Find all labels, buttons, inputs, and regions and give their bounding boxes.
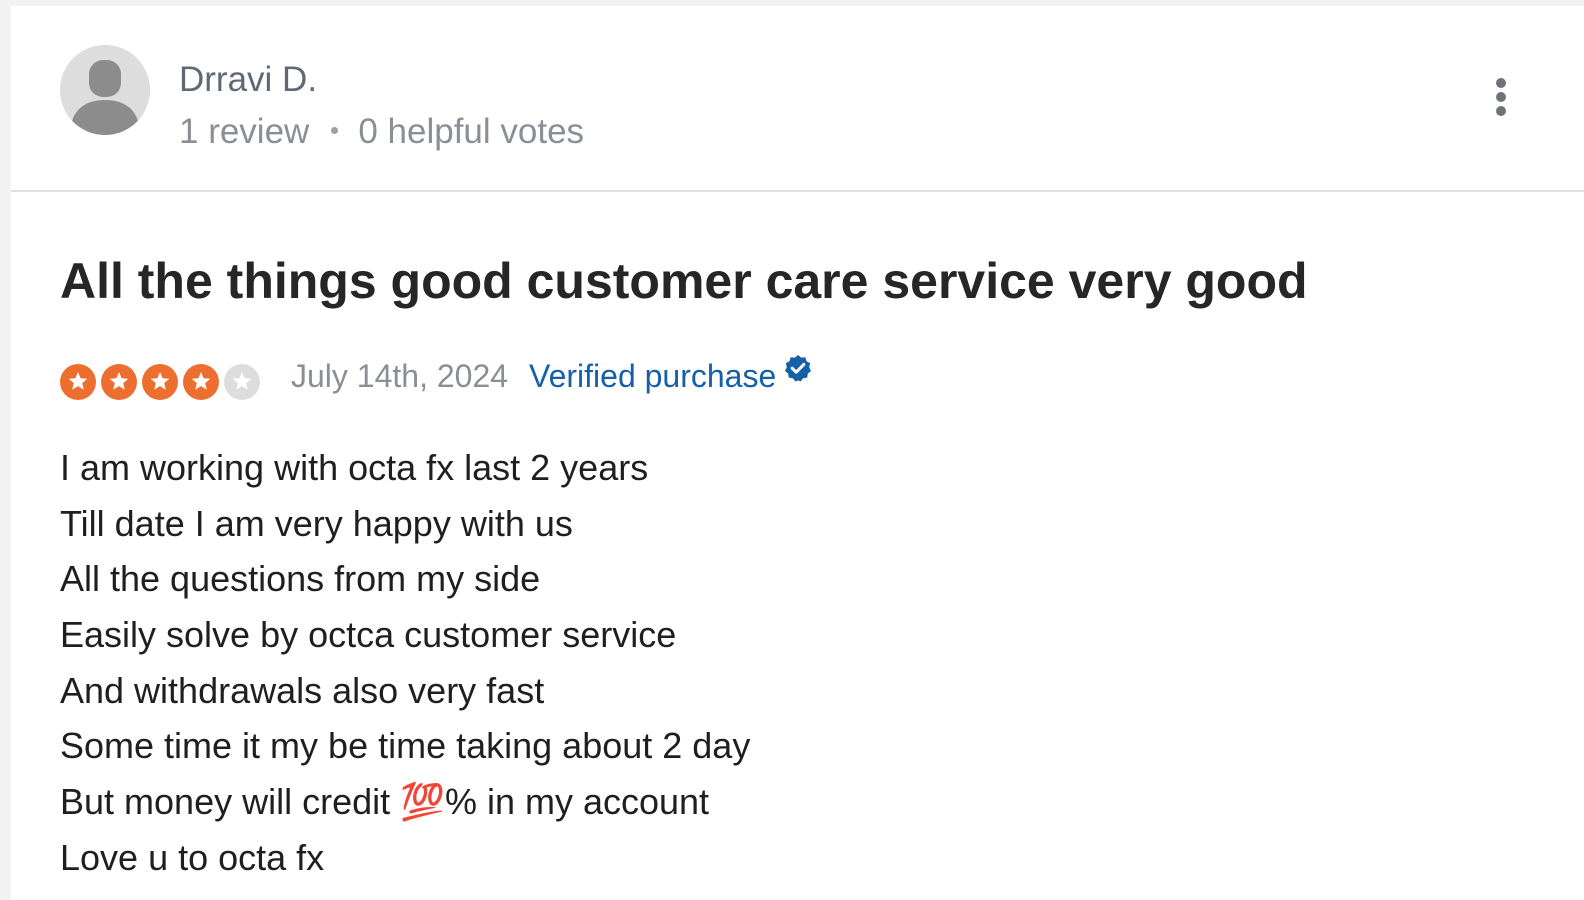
verified-purchase-label: Verified purchase (529, 358, 777, 394)
helpful-votes: 0 helpful votes (358, 112, 585, 151)
avatar[interactable] (60, 45, 150, 135)
star-filled-icon (183, 364, 219, 400)
more-dot-icon (1496, 92, 1506, 102)
review-body-line: All the questions from my side (60, 558, 541, 600)
verified-purchase-badge[interactable]: Verified purchase (529, 355, 812, 396)
user-silhouette-icon (60, 45, 150, 135)
review-body-line: I am working with octa fx last 2 years (60, 447, 649, 488)
review-body-line: Love u to octa fx (60, 836, 325, 878)
review-body-line: But money will credit 💯% in my account (60, 781, 710, 823)
review-body-line: Easily solve by octca customer service (60, 614, 677, 656)
star-filled-icon (101, 364, 137, 400)
star-filled-icon (142, 364, 178, 400)
review-title: All the things good customer care servic… (60, 253, 1308, 309)
more-dot-icon (1496, 106, 1506, 116)
review-body: I am working with octa fx last 2 years Ti… (60, 440, 750, 886)
review-body-line: Till date I am very happy with us (60, 502, 573, 544)
more-dot-icon (1496, 78, 1506, 88)
star-filled-icon (60, 364, 96, 400)
reviewer-name[interactable]: Drravi D. (179, 60, 317, 100)
reviewer-stats: 1 review 0 helpful votes (179, 112, 584, 152)
star-rating (60, 364, 265, 400)
review-meta: July 14th, 2024 Verified purchase (60, 355, 960, 406)
review-body-line: Some time it my be time taking about 2 d… (60, 725, 751, 767)
separator-dot-icon (331, 127, 339, 135)
reviewer-header: Drravi D. 1 review 0 helpful votes (11, 6, 1584, 192)
review-date: July 14th, 2024 (291, 358, 509, 394)
verified-check-icon (785, 355, 812, 382)
star-empty-icon (224, 364, 260, 400)
more-options-button[interactable] (1487, 78, 1515, 122)
review-count: 1 review (179, 112, 310, 151)
review-body-line: And withdrawals also very fast (60, 669, 545, 711)
review-card: Drravi D. 1 review 0 helpful votes All th… (11, 6, 1584, 900)
